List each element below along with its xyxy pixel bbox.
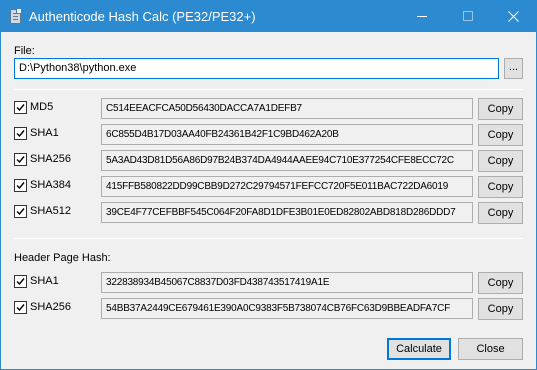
- sha384-checkbox[interactable]: [14, 179, 27, 192]
- header-sha1-value-field[interactable]: 322838934B45067C8837D03FD438743517419A1E: [101, 272, 473, 293]
- md5-value: C514EEACFCA50D56430DACCA7A1DEFB7: [106, 103, 302, 114]
- separator: [14, 89, 523, 90]
- checkmark-icon: [16, 130, 25, 138]
- header-sha256-checkbox[interactable]: [14, 301, 27, 314]
- close-button[interactable]: Close: [458, 338, 523, 360]
- sha384-value: 415FFB580822DD99CBB9D272C29794571FEFCC72…: [106, 181, 449, 192]
- file-label: File:: [14, 45, 35, 57]
- file-path-input[interactable]: D:\Python38\python.exe: [14, 58, 499, 79]
- hash-calc-window: Authenticode Hash Calc (PE32/PE32+) File…: [0, 0, 537, 370]
- sha1-checkbox[interactable]: [14, 127, 27, 140]
- checkmark-icon: [16, 304, 25, 312]
- maximize-button: [445, 1, 491, 32]
- sha256-label: SHA256: [30, 153, 71, 165]
- copy-header-sha256-button[interactable]: Copy: [478, 298, 523, 320]
- checkmark-icon: [16, 156, 25, 164]
- file-path-value: D:\Python38\python.exe: [19, 62, 137, 74]
- header-sha256-value: 54BB37A2449CE679461E390A0C9383F5B738074C…: [106, 303, 450, 314]
- sha256-value: 5A3AD43D81D56A86D97B24B374DA4944AAEE94C7…: [106, 155, 454, 166]
- close-window-button[interactable]: [490, 1, 536, 32]
- maximize-icon: [463, 11, 473, 21]
- sha512-value-field[interactable]: 39CE4F77CEFBBF545C064F20FA8D1DFE3B01E0ED…: [101, 202, 473, 223]
- header-sha1-checkbox[interactable]: [14, 275, 27, 288]
- copy-header-sha1-button[interactable]: Copy: [478, 272, 523, 294]
- header-sha1-value: 322838934B45067C8837D03FD438743517419A1E: [106, 277, 330, 288]
- copy-sha1-button[interactable]: Copy: [478, 124, 523, 146]
- checkmark-icon: [16, 182, 25, 190]
- header-sha256-value-field[interactable]: 54BB37A2449CE679461E390A0C9383F5B738074C…: [101, 298, 473, 319]
- sha384-value-field[interactable]: 415FFB580822DD99CBB9D272C29794571FEFCC72…: [101, 176, 473, 197]
- sha512-checkbox[interactable]: [14, 205, 27, 218]
- header-sha256-label: SHA256: [30, 301, 71, 313]
- minimize-button[interactable]: [399, 1, 445, 32]
- browse-button[interactable]: ...: [504, 58, 523, 79]
- copy-sha384-button[interactable]: Copy: [478, 176, 523, 198]
- copy-md5-button[interactable]: Copy: [478, 98, 523, 120]
- md5-value-field[interactable]: C514EEACFCA50D56430DACCA7A1DEFB7: [101, 98, 473, 119]
- close-icon: [508, 11, 519, 22]
- header-page-hash-label: Header Page Hash:: [14, 252, 111, 264]
- checkmark-icon: [16, 104, 25, 112]
- copy-sha256-button[interactable]: Copy: [478, 150, 523, 172]
- sha1-value: 6C855D4B17D03AA40FB24361B42F1C9BD462A20B: [106, 129, 339, 140]
- sha1-value-field[interactable]: 6C855D4B17D03AA40FB24361B42F1C9BD462A20B: [101, 124, 473, 145]
- sha512-value: 39CE4F77CEFBBF545C064F20FA8D1DFE3B01E0ED…: [106, 207, 456, 218]
- sha384-label: SHA384: [30, 179, 71, 191]
- window-title: Authenticode Hash Calc (PE32/PE32+): [29, 9, 256, 24]
- calculate-button[interactable]: Calculate: [387, 338, 451, 360]
- document-icon: [10, 9, 21, 24]
- md5-label: MD5: [30, 101, 54, 113]
- md5-checkbox[interactable]: [14, 101, 27, 114]
- checkmark-icon: [16, 208, 25, 216]
- sha512-label: SHA512: [30, 205, 71, 217]
- title-bar[interactable]: Authenticode Hash Calc (PE32/PE32+): [1, 1, 536, 32]
- sha256-value-field[interactable]: 5A3AD43D81D56A86D97B24B374DA4944AAEE94C7…: [101, 150, 473, 171]
- header-sha1-label: SHA1: [30, 275, 59, 287]
- copy-sha512-button[interactable]: Copy: [478, 202, 523, 224]
- sha256-checkbox[interactable]: [14, 153, 27, 166]
- checkmark-icon: [16, 278, 25, 286]
- sha1-label: SHA1: [30, 127, 59, 139]
- separator: [14, 238, 523, 239]
- minimize-icon: [417, 16, 427, 17]
